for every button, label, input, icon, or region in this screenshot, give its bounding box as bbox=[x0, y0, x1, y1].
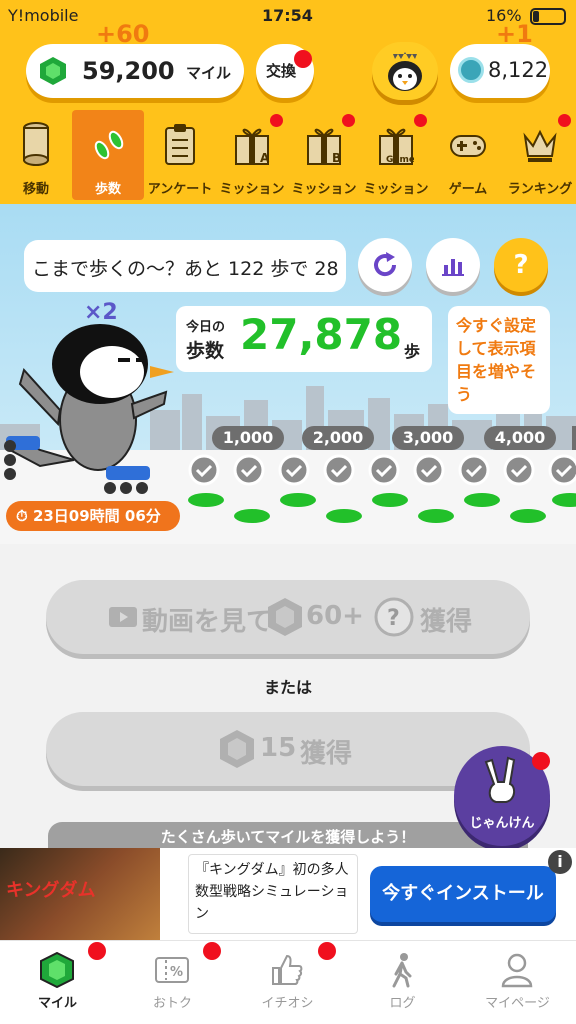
svg-text:?: ? bbox=[387, 606, 400, 631]
exchange-label: 交換 bbox=[266, 62, 297, 80]
peace-hand-icon bbox=[484, 756, 516, 803]
steps-label: 歩数 bbox=[186, 340, 225, 362]
settings-hint-text: 今すぐ設定して表示項目を増やそう bbox=[456, 316, 537, 404]
ad-text: 『キングダム』初の多人数型戦略シミュレーション bbox=[188, 854, 358, 934]
tab-label: ミッション bbox=[219, 182, 285, 197]
video-amount: 60+ bbox=[306, 601, 364, 631]
gem-icon bbox=[268, 598, 302, 636]
refresh-button[interactable] bbox=[358, 238, 412, 292]
tab-label: ランキング bbox=[507, 182, 573, 197]
status-bar: Y!mobile 17:54 16% bbox=[0, 0, 576, 32]
gift-game-icon: Game bbox=[379, 128, 414, 165]
coin-value: 8,122 bbox=[488, 58, 549, 82]
svg-text:%: % bbox=[170, 965, 183, 980]
walker-icon bbox=[392, 953, 412, 988]
or-label: または bbox=[263, 678, 312, 697]
nav-label: ログ bbox=[389, 996, 416, 1011]
footprint-trail bbox=[188, 493, 576, 523]
battery-level bbox=[533, 11, 539, 22]
gem-suffix: 獲得 bbox=[300, 739, 353, 769]
milestone-checks bbox=[188, 454, 576, 486]
countdown-timer: ⏱ 23日09時間 06分 bbox=[6, 501, 180, 531]
gem-icon bbox=[40, 952, 74, 988]
clock: 17:54 bbox=[262, 6, 313, 25]
tab-survey[interactable]: アンケート bbox=[144, 110, 216, 200]
video-suffix: 獲得 bbox=[420, 607, 473, 637]
svg-text:A: A bbox=[260, 151, 270, 165]
milestone-label: 2,000 bbox=[302, 426, 374, 450]
today-label: 今日の bbox=[186, 320, 226, 335]
notification-dot bbox=[318, 942, 336, 960]
notification-dot bbox=[342, 114, 355, 127]
penguin-mascot bbox=[4, 324, 174, 494]
notification-dot bbox=[558, 114, 571, 127]
video-icon bbox=[109, 607, 137, 627]
nav-label: マイページ bbox=[485, 996, 550, 1011]
mystery-coin-icon: ? bbox=[374, 597, 414, 637]
notification-dot bbox=[532, 752, 550, 770]
miles-unit: マイル bbox=[186, 64, 232, 82]
question-icon: ? bbox=[513, 250, 529, 280]
milestone-label: 4,000 bbox=[484, 426, 556, 450]
gem-amount: 15 bbox=[260, 733, 297, 763]
person-icon bbox=[501, 953, 533, 988]
nav-mypage[interactable]: マイページ bbox=[460, 940, 575, 1024]
watch-video-button[interactable]: 動画を見て 60+ ? 獲得 bbox=[46, 580, 530, 654]
notification-dot bbox=[294, 50, 312, 68]
milestone-label-edge bbox=[572, 426, 576, 450]
milestone-label: 1,000 bbox=[212, 426, 284, 450]
tab-label: ゲーム bbox=[448, 182, 488, 197]
crown-icon bbox=[523, 129, 557, 162]
svg-text:Game: Game bbox=[386, 155, 414, 165]
notification-dot bbox=[414, 114, 427, 127]
ad-install-button[interactable]: 今すぐインストール bbox=[370, 866, 556, 922]
carrier-label: Y!mobile bbox=[8, 6, 79, 25]
timer-text: 23日09時間 06分 bbox=[32, 507, 161, 525]
tab-move[interactable]: 移動 bbox=[0, 110, 72, 200]
cylinder-icon bbox=[23, 122, 49, 166]
tab-game[interactable]: ゲーム bbox=[432, 110, 504, 200]
ad-logo: キングダム bbox=[6, 880, 96, 901]
svg-text:B: B bbox=[332, 151, 341, 165]
thumbs-up-icon bbox=[272, 954, 303, 985]
tab-walk[interactable]: 歩数 bbox=[72, 110, 144, 200]
ad-info-icon[interactable]: i bbox=[548, 850, 572, 874]
gift-a-icon: A bbox=[235, 128, 270, 165]
penguin-avatar-button[interactable] bbox=[372, 42, 438, 100]
janken-label: じゃんけん bbox=[469, 816, 535, 831]
notification-dot bbox=[203, 942, 221, 960]
tab-label: ミッション bbox=[363, 182, 429, 197]
stats-button[interactable] bbox=[426, 238, 480, 292]
miles-value: 59,200 bbox=[82, 57, 175, 85]
notification-dot bbox=[88, 942, 106, 960]
refresh-icon bbox=[374, 252, 397, 277]
steps-unit: 歩 bbox=[404, 342, 421, 361]
multiplier-badge: ×2 bbox=[84, 300, 118, 325]
green-gem-icon bbox=[40, 57, 66, 85]
notification-dot bbox=[270, 114, 283, 127]
steps-value: 27,878 bbox=[240, 310, 403, 359]
help-button[interactable]: ? bbox=[494, 238, 548, 292]
milestone-label: 3,000 bbox=[392, 426, 464, 450]
stopwatch-icon: ⏱ bbox=[16, 507, 33, 525]
penguin-rank-icon bbox=[388, 52, 422, 91]
tab-label: 移動 bbox=[22, 182, 49, 197]
coupon-icon: % bbox=[155, 957, 189, 983]
clipboard-icon bbox=[165, 124, 195, 165]
nav-log[interactable]: ログ bbox=[345, 940, 460, 1024]
tab-label: 歩数 bbox=[94, 182, 121, 197]
footprints-icon bbox=[94, 130, 124, 160]
nav-label: イチオシ bbox=[261, 996, 314, 1011]
tab-label: ミッション bbox=[291, 182, 357, 197]
video-label: 動画を見て bbox=[142, 607, 273, 637]
tab-label: アンケート bbox=[147, 182, 213, 197]
nav-label: マイル bbox=[37, 996, 77, 1011]
speech-text: こまで歩くの〜？あと 122 歩で 28, bbox=[32, 258, 340, 280]
gem-icon bbox=[220, 730, 254, 768]
gift-b-icon: B bbox=[307, 128, 341, 165]
nav-label: おトク bbox=[152, 996, 192, 1011]
gamepad-icon bbox=[450, 135, 486, 157]
coin-icon bbox=[458, 57, 484, 83]
bar-chart-icon bbox=[442, 259, 464, 276]
